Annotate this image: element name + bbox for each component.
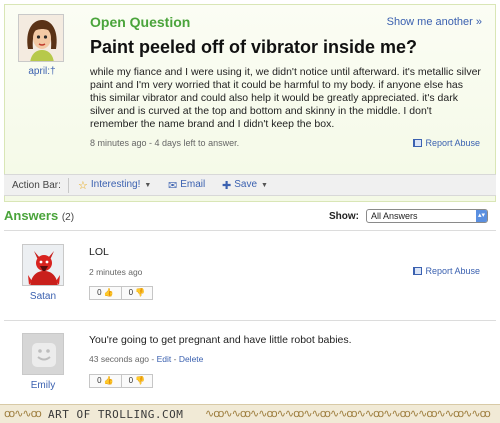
chevron-down-icon: ▼ (261, 182, 268, 189)
answerer-name[interactable]: Satan (18, 291, 68, 302)
answer-avatar[interactable] (22, 244, 64, 286)
answer-time: 43 seconds ago (89, 354, 150, 364)
answerer-name[interactable]: Emily (18, 380, 68, 391)
chevron-down-icon: ▼ (144, 182, 152, 189)
show-filter-label: Show: (329, 211, 359, 222)
interesting-label: Interesting! (90, 179, 141, 190)
question-body: while my fiance and I were using it, we … (90, 66, 481, 130)
footer-watermark: ART OF TROLLING.COM (48, 408, 184, 421)
answer-text: LOL (89, 246, 109, 258)
answer-text: You're going to get pregnant and have li… (89, 334, 352, 346)
thumbs-down-count: 0 (128, 288, 134, 297)
show-filter-value: All Answers (371, 211, 418, 221)
thumbs-up-icon: 👍 (103, 376, 114, 385)
answer-divider (4, 320, 496, 321)
interesting-button[interactable]: ☆ Interesting! ▼ (78, 179, 151, 192)
flag-icon (413, 267, 423, 275)
meta-separator: - (171, 354, 179, 364)
action-bar-label: Action Bar: (12, 180, 61, 191)
asker-name[interactable]: april:† (20, 66, 64, 77)
show-another-link[interactable]: Show me another » (387, 16, 482, 28)
envelope-icon: ✉ (168, 180, 178, 192)
vote-box: 0 👍 0 👎 (89, 286, 153, 300)
question-report-abuse-link[interactable]: Report Abuse (413, 138, 480, 148)
save-button[interactable]: ✚ Save ▼ (222, 179, 268, 192)
ornament-left-icon: ꝏ∿∿ꝏ (4, 408, 42, 420)
question-title: Paint peeled off of vibrator inside me? (90, 37, 418, 57)
thumbs-down-icon: 👎 (135, 288, 146, 297)
plus-icon: ✚ (222, 180, 232, 192)
answers-heading-label: Answers (4, 208, 59, 223)
default-avatar-image (23, 334, 63, 374)
asker-avatar[interactable] (18, 14, 64, 62)
thumbs-up-icon: 👍 (103, 288, 114, 297)
answers-divider (4, 230, 496, 231)
thumbs-down-icon: 👎 (135, 376, 146, 385)
select-arrows-icon: ▴▾ (476, 210, 487, 222)
action-bar-divider (68, 178, 69, 193)
question-meta: 8 minutes ago - 4 days left to answer. (90, 138, 240, 148)
answer-time: 2 minutes ago (89, 267, 143, 277)
asker-avatar-image (19, 15, 63, 61)
save-label: Save (234, 179, 258, 190)
delete-link[interactable]: Delete (179, 354, 204, 364)
flag-icon (413, 139, 423, 147)
answers-heading: Answers (2) (4, 208, 74, 223)
star-icon: ☆ (78, 180, 88, 192)
thumbs-up-count: 0 (97, 376, 102, 385)
thumbs-down-button[interactable]: 0 👎 (122, 287, 152, 299)
thumbs-up-button[interactable]: 0 👍 (90, 375, 122, 387)
vote-box: 0 👍 0 👎 (89, 374, 153, 388)
ornament-right-icon: ∿ꝏ∿∿ꝏ∿∿ꝏ∿∿ꝏ∿∿ꝏ∿∿ꝏ∿∿ꝏ∿∿ꝏ∿∿ꝏ∿∿ꝏ∿∿ꝏ (205, 408, 491, 420)
question-type-label: Open Question (90, 14, 191, 30)
thumbs-down-count: 0 (128, 376, 134, 385)
answers-count: (2) (61, 212, 75, 223)
answer-meta: 43 seconds ago - Edit - Delete (89, 354, 203, 364)
report-abuse-label: Report Abuse (425, 138, 480, 148)
report-abuse-label: Report Abuse (425, 266, 480, 276)
thumbs-up-count: 0 (97, 288, 102, 297)
email-button[interactable]: ✉ Email (168, 179, 205, 192)
answer-avatar[interactable] (22, 333, 64, 375)
footer-banner: ꝏ∿∿ꝏ ART OF TROLLING.COM ∿ꝏ∿∿ꝏ∿∿ꝏ∿∿ꝏ∿∿ꝏ∿… (0, 404, 500, 423)
answer-report-abuse-link[interactable]: Report Abuse (413, 266, 480, 276)
thumbs-down-button[interactable]: 0 👎 (122, 375, 152, 387)
satan-avatar-image (23, 245, 63, 285)
meta-separator: - (149, 354, 157, 364)
show-filter-select[interactable]: All Answers ▴▾ (366, 209, 488, 223)
email-label: Email (180, 179, 206, 190)
action-bar: Action Bar: ☆ Interesting! ▼ ✉ Email ✚ Save ▼ (4, 174, 496, 196)
thumbs-up-button[interactable]: 0 👍 (90, 287, 122, 299)
edit-link[interactable]: Edit (157, 354, 172, 364)
